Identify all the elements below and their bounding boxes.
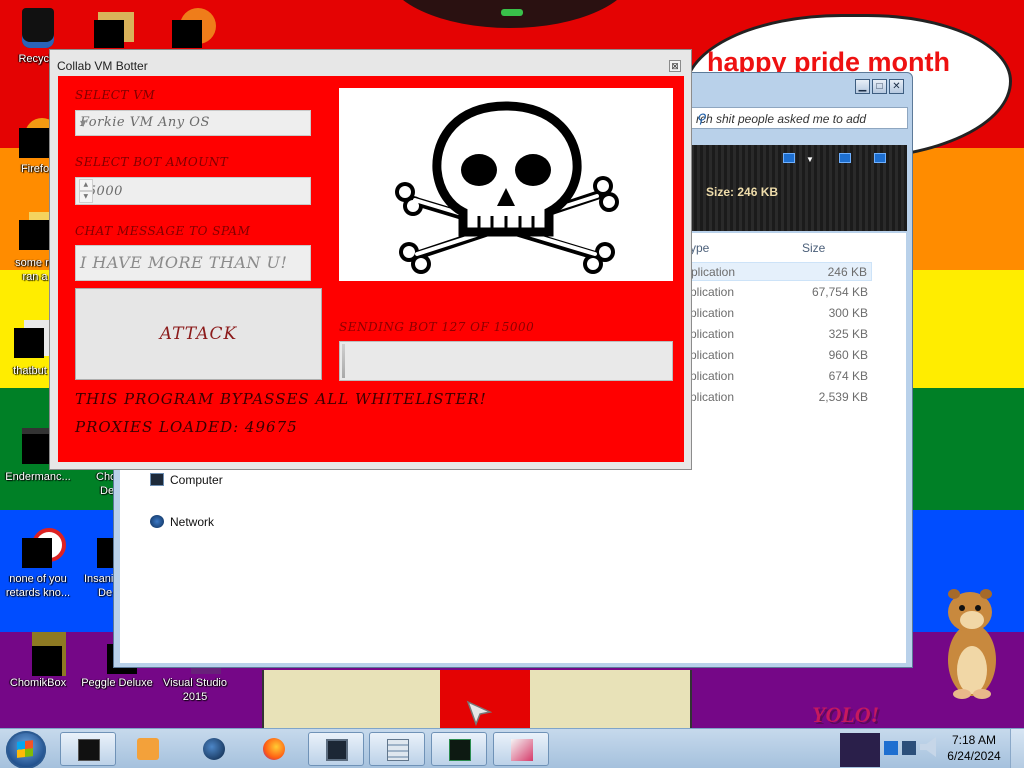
file-row[interactable]: plication 674 KB (690, 367, 872, 386)
chomikbox-icon (18, 632, 66, 676)
file-row[interactable]: plication 960 KB (690, 346, 872, 365)
recycle-bin-icon (18, 8, 58, 48)
collab-vm-botter-window[interactable]: Collab VM Botter ⊠ SELECT VM Forkie VM A… (49, 49, 692, 470)
clock-time: 7:18 AM (951, 733, 997, 747)
taskbar-firefox[interactable] (246, 732, 302, 766)
desktop-icon-insani[interactable]: Insani De (66, 528, 121, 600)
desktop-icon-chomikbox[interactable]: ChomikBox (0, 632, 78, 690)
file-row[interactable]: plication 246 KB (690, 262, 872, 281)
search-icon[interactable]: ⚲ (696, 111, 901, 127)
network-icon (150, 515, 164, 528)
start-button[interactable] (6, 731, 46, 768)
maximize-button[interactable]: □ (872, 79, 887, 94)
select-vm-dropdown[interactable]: Forkie VM Any OS ▼ (75, 110, 311, 136)
taskbar-app1[interactable] (308, 732, 364, 766)
system-clock[interactable]: 7:18 AM 6/24/2024 (944, 732, 1004, 764)
nav-item-network[interactable]: Network (150, 515, 214, 529)
computer-icon (150, 473, 164, 486)
terminal-icon (78, 739, 100, 761)
stepper-up-button[interactable]: ▲ (79, 179, 93, 191)
help-icon[interactable] (874, 153, 886, 163)
yolo-sticker: YOLO! (812, 702, 880, 727)
skull-image-panel (339, 88, 673, 281)
taskbar-app2[interactable] (431, 732, 487, 766)
chat-message-value: I HAVE MORE THAN U! (80, 253, 288, 272)
send-progress-bar (339, 341, 673, 381)
sending-status: SENDING BOT 127 OF 15000 (339, 320, 535, 334)
taskbar-media[interactable] (120, 732, 176, 766)
system-tray (840, 731, 940, 767)
paint-icon (511, 739, 533, 761)
display-tray-icon[interactable] (902, 741, 916, 755)
nav-item-computer[interactable]: Computer (150, 473, 223, 487)
globe-icon (203, 738, 225, 760)
chevron-down-icon: ▼ (80, 119, 87, 128)
minimize-button[interactable]: ▁ (855, 79, 870, 94)
bypass-text: THIS PROGRAM BYPASSES ALL WHITELISTER! (75, 390, 487, 408)
botter-client-area: SELECT VM Forkie VM Any OS ▼ SELECT BOT … (58, 76, 684, 462)
monitor-icon (326, 739, 348, 761)
file-row[interactable]: plication 325 KB (690, 325, 872, 344)
tray-thumbnail (840, 733, 880, 767)
file-row[interactable]: plication 2,539 KB (690, 388, 872, 407)
mouse-cursor-icon (466, 700, 492, 726)
app-icon (18, 528, 66, 568)
view-icon[interactable] (783, 153, 795, 163)
attack-button[interactable]: ATTACK (75, 288, 322, 380)
calculator-icon (387, 739, 409, 761)
select-vm-label: SELECT VM (75, 88, 156, 102)
network-tray-icon[interactable] (884, 741, 898, 755)
skull-crossbones-icon (395, 101, 619, 274)
chevron-down-icon[interactable]: ▼ (806, 155, 814, 164)
volume-icon[interactable] (920, 737, 936, 757)
file-row[interactable]: plication 67,754 KB (690, 283, 872, 302)
desktop-icon-folder[interactable] (72, 8, 152, 52)
column-header-type[interactable]: ype (690, 241, 709, 255)
preview-pane: ▼ Size: 246 KB (691, 145, 907, 231)
explorer-search-input[interactable]: rch shit people asked me to add ⚲ (691, 107, 908, 129)
file-icon (10, 320, 52, 360)
taskbar-globe[interactable] (186, 732, 242, 766)
show-desktop-button[interactable] (1010, 729, 1024, 768)
explorer-window-controls: ▁ □ ✕ (855, 79, 904, 94)
bot-amount-label: SELECT BOT AMOUNT (75, 155, 229, 169)
task-manager-icon (449, 739, 471, 761)
stepper-down-button[interactable]: ▼ (79, 191, 93, 203)
media-player-icon (137, 738, 159, 760)
close-button[interactable]: ⊠ (669, 60, 681, 72)
desktop-icon-media[interactable] (150, 8, 230, 52)
progress-fill (342, 344, 345, 378)
pane-icon[interactable] (839, 153, 851, 163)
file-row[interactable]: plication 300 KB (690, 304, 872, 323)
taskbar: 7:18 AM 6/24/2024 (0, 728, 1024, 768)
hamster-image (948, 589, 996, 699)
chat-message-label: CHAT MESSAGE TO SPAM (75, 224, 251, 238)
wallpaper-led (501, 9, 523, 16)
taskbar-calc[interactable] (369, 732, 425, 766)
media-icon (170, 8, 216, 48)
app-icon (71, 528, 121, 568)
chat-message-input[interactable]: I HAVE MORE THAN U! (75, 245, 311, 281)
folder-icon (92, 8, 134, 48)
preview-size: Size: 246 KB (706, 185, 779, 199)
bot-amount-stepper[interactable]: 15000 ▲ ▼ (75, 177, 311, 205)
taskbar-app3[interactable] (493, 732, 549, 766)
firefox-icon (263, 738, 285, 760)
column-header-size[interactable]: Size (802, 241, 825, 255)
close-button[interactable]: ✕ (889, 79, 904, 94)
window-title: Collab VM Botter (57, 59, 148, 73)
attack-button-label: ATTACK (159, 324, 238, 344)
proxies-loaded-text: PROXIES LOADED: 49675 (75, 418, 298, 436)
taskbar-cmd[interactable] (60, 732, 116, 766)
clock-date: 6/24/2024 (947, 749, 1001, 763)
